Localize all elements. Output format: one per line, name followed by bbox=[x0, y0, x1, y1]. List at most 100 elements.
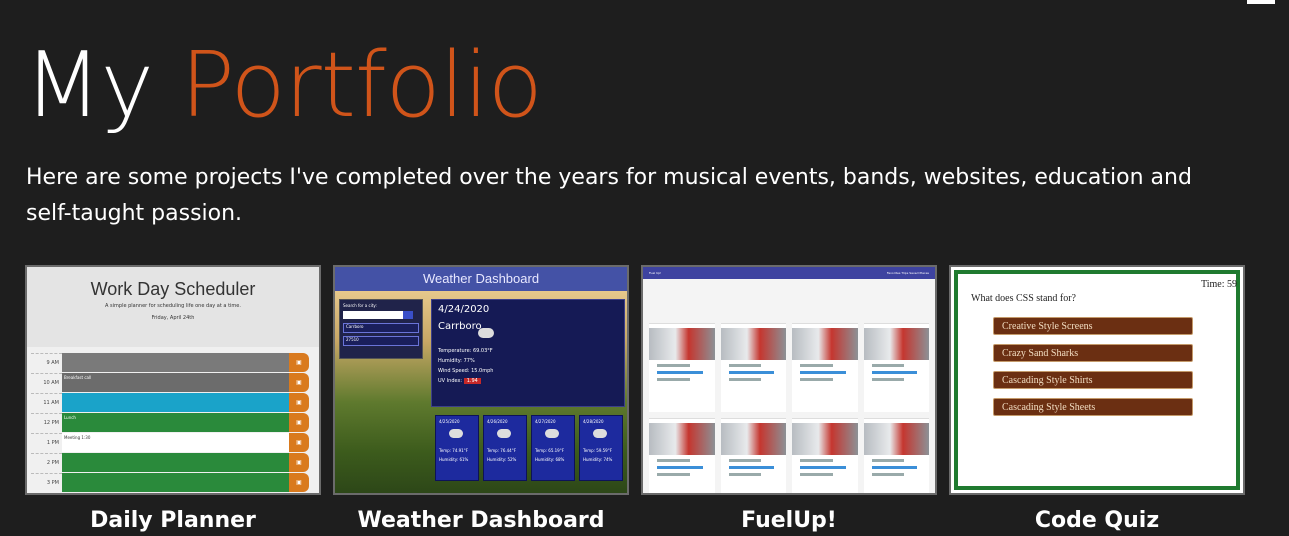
intro-text: Here are some projects I've completed ov… bbox=[26, 165, 1192, 226]
quiz-timer: Time: 59 bbox=[1200, 279, 1237, 290]
save-icon[interactable]: ▣ bbox=[289, 453, 309, 472]
current-city: Carrboro bbox=[438, 321, 482, 332]
current-humidity: Humidity: 77% bbox=[438, 358, 475, 364]
planner-header: Work Day Scheduler A simple planner for … bbox=[27, 267, 319, 347]
fuelup-brand: Fuel Up! bbox=[649, 271, 662, 275]
planner-slot[interactable] bbox=[62, 353, 289, 372]
current-temperature: Temperature: 69.03°F bbox=[438, 348, 493, 354]
weather-search-panel: Search for a city: Carrboro 27510 bbox=[339, 299, 423, 359]
save-icon[interactable]: ▣ bbox=[289, 413, 309, 432]
quiz-answer-button[interactable]: Cascading Style Shirts bbox=[993, 371, 1193, 389]
result-line bbox=[728, 459, 762, 462]
current-uv: UV Index: 1.94 bbox=[438, 378, 618, 384]
quiz-answer-button[interactable]: Creative Style Screens bbox=[993, 317, 1193, 335]
fuelup-result-card bbox=[649, 323, 715, 412]
planner-hour: 9 AM bbox=[31, 353, 62, 372]
menu-toggle-button[interactable] bbox=[1247, 0, 1275, 4]
result-line bbox=[800, 378, 833, 381]
result-line bbox=[800, 371, 846, 374]
result-line bbox=[871, 371, 918, 374]
planner-row: 9 AM ▣ bbox=[31, 353, 309, 372]
fuelup-results-grid bbox=[643, 323, 935, 493]
forecast-card: 4/27/2020 Temp: 65.19°F Humidity: 68% bbox=[531, 415, 575, 481]
result-line bbox=[871, 364, 905, 367]
result-line bbox=[657, 473, 690, 476]
result-line bbox=[728, 378, 762, 381]
gas-station-image bbox=[720, 328, 786, 360]
quiz-answer-button[interactable]: Cascading Style Sheets bbox=[993, 398, 1193, 416]
result-line bbox=[871, 473, 905, 476]
fuelup-result-card bbox=[863, 323, 929, 412]
result-line bbox=[800, 459, 833, 462]
save-icon[interactable]: ▣ bbox=[289, 433, 309, 452]
forecast-date: 4/25/2020 bbox=[439, 419, 460, 424]
quiz-answer-button[interactable]: Crazy Sand Sharks bbox=[993, 344, 1193, 362]
planner-slot[interactable]: Meeting 1:30 bbox=[62, 433, 289, 452]
planner-title: Work Day Scheduler bbox=[90, 279, 256, 299]
fuelup-search-form bbox=[643, 279, 935, 323]
uv-label: UV Index: bbox=[438, 378, 463, 384]
cloud-icon bbox=[449, 429, 463, 438]
fuelup-result-card bbox=[720, 323, 786, 412]
fuelup-nav-links: Favorites Trips Saved Places bbox=[886, 271, 929, 275]
forecast-row: 4/25/2020 Temp: 74.91°F Humidity: 61% 4/26/… bbox=[435, 415, 623, 481]
fuelup-result-card bbox=[792, 323, 858, 412]
gas-station-image bbox=[720, 423, 786, 455]
gas-station-image bbox=[863, 423, 929, 455]
project-card-weather-dashboard[interactable]: Weather Dashboard Search for a city: Car… bbox=[333, 265, 629, 495]
cloud-icon bbox=[593, 429, 607, 438]
current-weather-panel: 4/24/2020 Carrboro Temperature: 69.03°F … bbox=[431, 299, 625, 407]
cloud-icon bbox=[545, 429, 559, 438]
result-line bbox=[657, 459, 690, 462]
result-line bbox=[871, 378, 905, 381]
fuelup-result-card bbox=[792, 418, 858, 493]
result-line bbox=[657, 466, 703, 469]
planner-slot[interactable]: Lunch bbox=[62, 413, 289, 432]
page-title: My Portfolio bbox=[24, 36, 543, 136]
result-line bbox=[800, 466, 846, 469]
planner-hour: 10 AM bbox=[31, 373, 62, 392]
result-line bbox=[728, 364, 762, 367]
planner-row: 3 PM ▣ bbox=[31, 473, 309, 492]
cloud-icon bbox=[497, 429, 511, 438]
planner-slot[interactable] bbox=[62, 393, 289, 412]
save-icon[interactable]: ▣ bbox=[289, 473, 309, 492]
result-line bbox=[657, 371, 703, 374]
forecast-date: 4/27/2020 bbox=[535, 419, 556, 424]
result-line bbox=[728, 473, 762, 476]
project-card-code-quiz[interactable]: Time: 59 What does CSS stand for? Creati… bbox=[949, 265, 1245, 495]
planner-row: 11 AM ▣ bbox=[31, 393, 309, 412]
quiz-answers: Creative Style Screens Crazy Sand Sharks C… bbox=[993, 317, 1193, 425]
current-date: 4/24/2020 bbox=[438, 304, 490, 315]
planner-hour: 1 PM bbox=[31, 433, 62, 452]
fuelup-result-card bbox=[649, 418, 715, 493]
gas-station-image bbox=[792, 328, 858, 360]
result-line bbox=[800, 473, 833, 476]
gas-station-image bbox=[649, 328, 715, 360]
save-icon[interactable]: ▣ bbox=[289, 353, 309, 372]
result-line bbox=[728, 371, 775, 374]
planner-slot[interactable] bbox=[62, 453, 289, 472]
planner-hour: 12 PM bbox=[31, 413, 62, 432]
fuelup-result-card bbox=[720, 418, 786, 493]
planner-row: 12 PM Lunch ▣ bbox=[31, 413, 309, 432]
gas-station-image bbox=[863, 328, 929, 360]
save-icon[interactable]: ▣ bbox=[289, 373, 309, 392]
project-card-daily-planner[interactable]: Work Day Scheduler A simple planner for … bbox=[25, 265, 321, 495]
forecast-card: 4/28/2020 Temp: 59.59°F Humidity: 74% bbox=[579, 415, 623, 481]
forecast-humidity: Humidity: 61% bbox=[439, 457, 469, 462]
result-line bbox=[657, 378, 690, 381]
project-card-fuelup[interactable]: Favorites Trips Saved Places Fuel Up! bbox=[641, 265, 937, 495]
planner-slot[interactable] bbox=[62, 473, 289, 492]
save-icon[interactable]: ▣ bbox=[289, 393, 309, 412]
forecast-humidity: Humidity: 68% bbox=[535, 457, 565, 462]
search-input bbox=[343, 311, 403, 319]
result-line bbox=[871, 466, 918, 469]
planner-slot[interactable]: Breakfast call bbox=[62, 373, 289, 392]
weather-title-bar: Weather Dashboard bbox=[335, 267, 627, 291]
history-item: 27510 bbox=[343, 336, 419, 346]
result-line bbox=[800, 364, 833, 367]
planner-hour: 11 AM bbox=[31, 393, 62, 412]
planner-subtitle: A simple planner for scheduling life one… bbox=[105, 303, 241, 309]
forecast-temp: Temp: 76.44°F bbox=[487, 448, 517, 453]
